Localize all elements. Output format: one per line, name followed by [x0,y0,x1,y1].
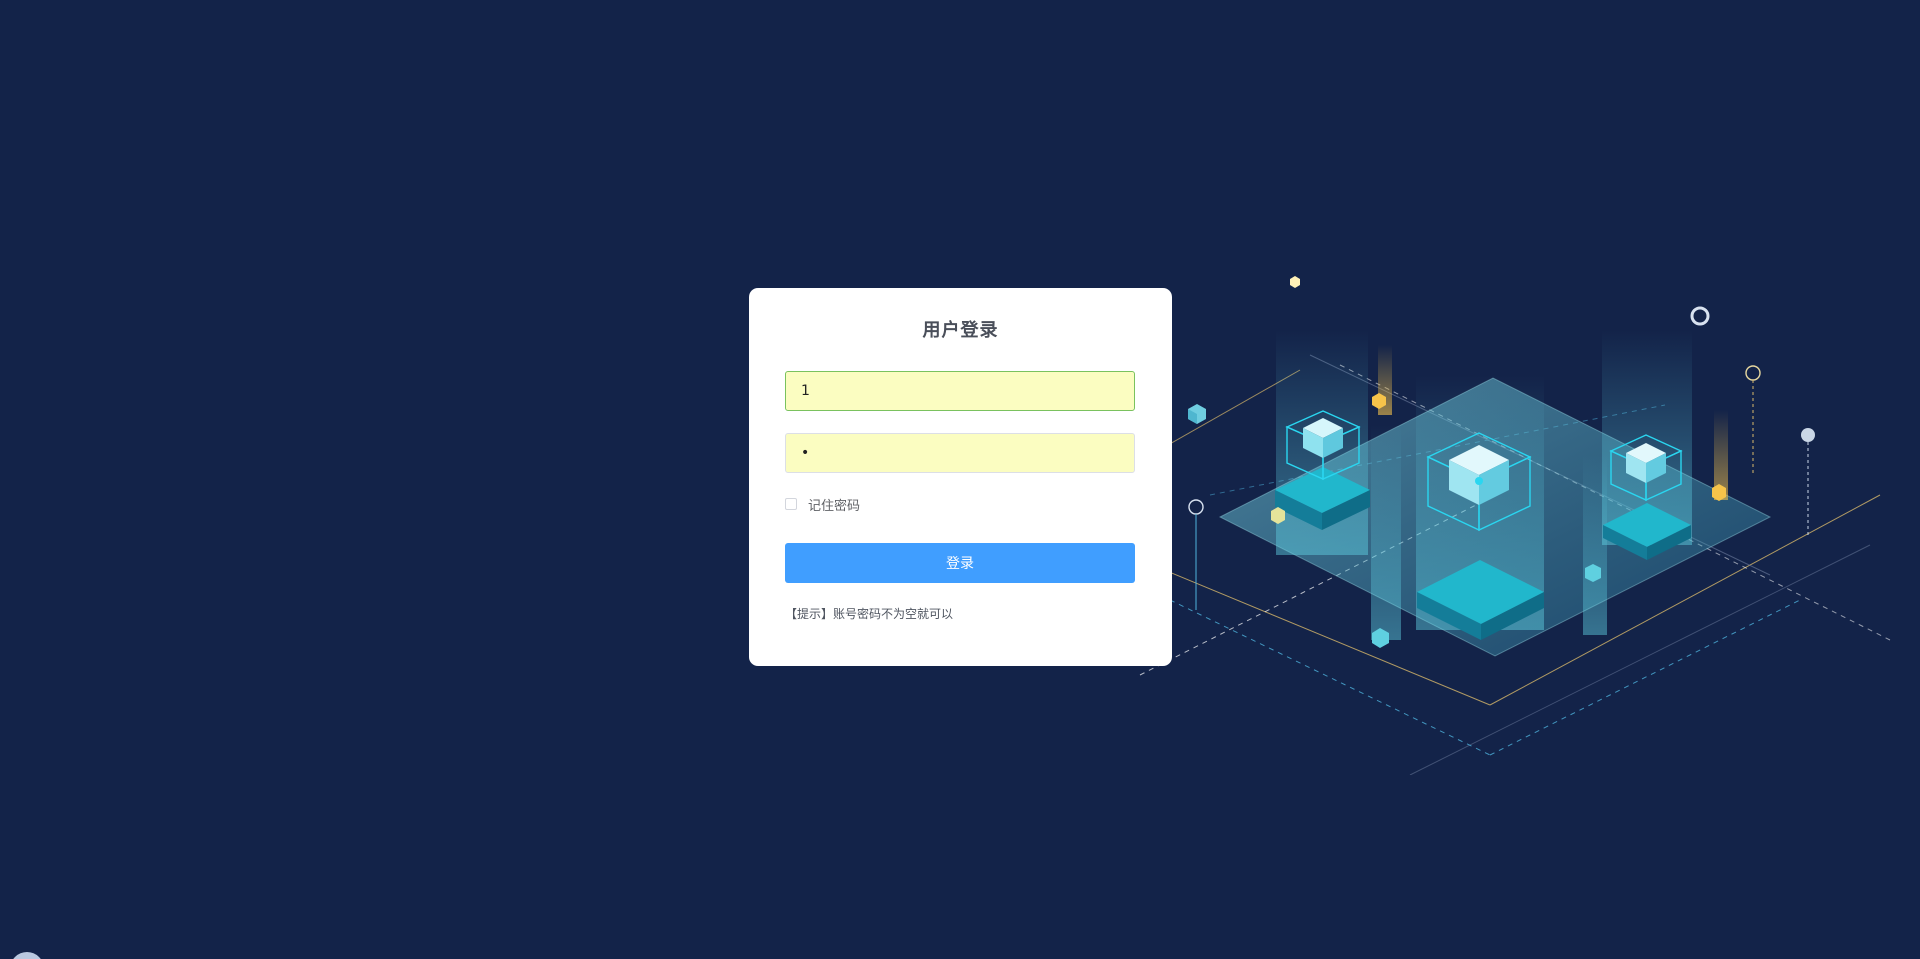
username-input[interactable] [785,371,1135,411]
login-card: 用户登录 记住密码 登录 【提示】账号密码不为空就可以 [749,288,1172,666]
remember-password-label[interactable]: 记住密码 [808,495,860,514]
isometric-data-illustration [1080,276,1891,775]
login-page: 用户登录 记住密码 登录 【提示】账号密码不为空就可以 [0,0,1920,959]
login-hint: 【提示】账号密码不为空就可以 [785,607,954,621]
login-title: 用户登录 [922,320,999,341]
remember-password-checkbox[interactable] [785,498,797,510]
login-button[interactable]: 登录 [785,543,1135,583]
password-input[interactable] [785,433,1135,473]
corner-decoration [10,952,44,959]
remember-password-row[interactable]: 记住密码 [785,495,1136,514]
